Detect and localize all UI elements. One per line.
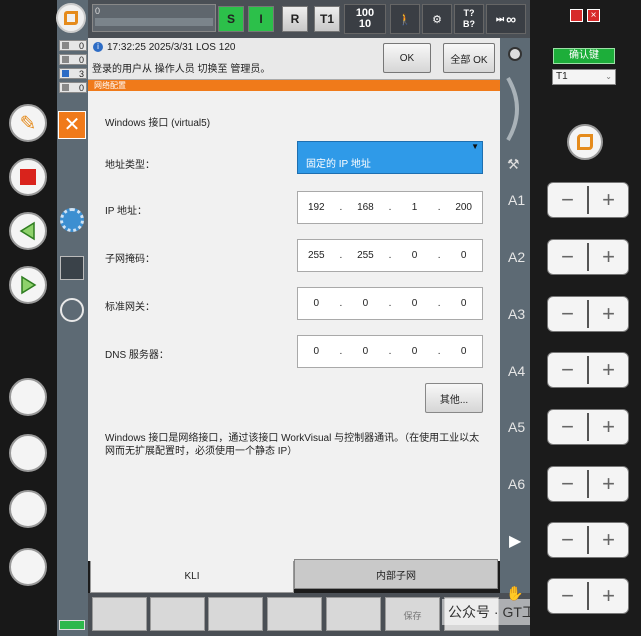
dns-server-label: DNS 服务器： xyxy=(105,350,169,361)
network-config-panel: Windows 接口 (virtual5) 地址类型： 固定的 IP 地址 ▼ … xyxy=(88,91,500,561)
submit-interpreter-status[interactable]: S xyxy=(218,6,244,32)
ip-address-input[interactable]: 192. 168. 1. 200 xyxy=(297,191,483,224)
navigator-arc-icon xyxy=(506,76,519,142)
axis-label-a6: A6 xyxy=(508,476,526,492)
robot-logo-icon[interactable] xyxy=(56,3,86,33)
message-text: 登录的用户从 操作人员 切换至 管理员。 xyxy=(92,64,271,75)
window-close-button[interactable]: × xyxy=(587,9,600,22)
robot-icon xyxy=(577,134,593,150)
user-group-icon[interactable] xyxy=(60,298,84,322)
default-gateway-label: 标准网关： xyxy=(105,302,155,313)
dns-server-input[interactable]: 0. 0. 0. 0 xyxy=(297,335,483,368)
edit-button[interactable]: ✎ xyxy=(9,104,47,142)
interface-title: Windows 接口 (virtual5) xyxy=(105,118,211,129)
message-window: i 17:32:25 2025/3/31 LOS 120 登录的用户从 操作人员… xyxy=(88,38,500,80)
top-status-bar: 0 S I R T1 100 10 🚶 ⚙ T? B? ⏭ ∞ xyxy=(88,0,530,38)
tab-internal-subnet[interactable]: 内部子网 xyxy=(294,559,498,589)
jog-key-a5[interactable]: − + xyxy=(547,409,629,445)
message-counter-info[interactable]: 3 xyxy=(59,68,87,79)
axis-label-a2: A2 xyxy=(508,249,526,265)
chevron-down-icon: ⌄ xyxy=(605,72,612,81)
info-icon: i xyxy=(93,42,103,52)
incremental-jog-status[interactable]: ⏭ ∞ xyxy=(486,4,526,34)
status-clock-icon[interactable] xyxy=(60,256,84,280)
start-backward-button[interactable] xyxy=(9,212,47,250)
left-pendant-panel: ✎ xyxy=(0,0,57,636)
confirm-button[interactable]: 确认键 xyxy=(553,48,615,64)
robot-logo-button[interactable] xyxy=(567,124,603,160)
message-ok-button[interactable]: OK xyxy=(383,43,431,73)
jog-key-a1[interactable]: − + xyxy=(547,182,629,218)
axis-label-a3: A3 xyxy=(508,306,526,322)
address-type-label: 地址类型： xyxy=(105,160,155,171)
override-status[interactable]: 100 10 xyxy=(344,4,386,34)
user-key-2[interactable] xyxy=(9,434,47,472)
close-icon: ✕ xyxy=(63,114,81,136)
user-key-1[interactable] xyxy=(9,378,47,416)
hand-icon[interactable]: ✋ xyxy=(506,585,523,602)
play-forward-arrow-icon[interactable]: ▶ xyxy=(509,531,521,551)
message-counter-ack[interactable]: 0 xyxy=(59,40,87,51)
softkey-1[interactable] xyxy=(92,597,147,631)
softkey-4[interactable] xyxy=(267,597,322,631)
left-status-strip: 0 0 3 0 ✕ xyxy=(56,0,88,636)
message-all-ok-button[interactable]: 全部 OK xyxy=(443,43,495,73)
settings-gear-icon[interactable] xyxy=(60,208,84,232)
message-counter-status[interactable]: 0 xyxy=(59,54,87,65)
message-time: 17:32:25 2025/3/31 LOS 120 xyxy=(107,42,236,53)
operating-mode-status[interactable]: T1 xyxy=(314,6,340,32)
subnet-mask-input[interactable]: 255. 255. 0. 0 xyxy=(297,239,483,272)
tool-select-dropdown[interactable]: T1 ⌄ xyxy=(552,69,616,85)
softkey-5[interactable] xyxy=(326,597,381,631)
drives-status[interactable]: I xyxy=(248,6,274,32)
robot-arm-icon: ⚙ xyxy=(432,13,442,26)
address-type-dropdown[interactable]: 固定的 IP 地址 ▼ xyxy=(297,141,483,174)
jog-key-a6[interactable]: − + xyxy=(547,466,629,502)
program-run-mode[interactable]: 🚶 xyxy=(390,4,420,34)
jog-key-a2[interactable]: − + xyxy=(547,239,629,275)
subnet-mask-label: 子网掩码： xyxy=(105,254,155,265)
axis-label-a1: A1 xyxy=(508,192,526,208)
ip-address-label: IP 地址： xyxy=(105,206,148,217)
default-gateway-input[interactable]: 0. 0. 0. 0 xyxy=(297,287,483,320)
globe-icon[interactable] xyxy=(508,47,522,61)
robot-interpreter-status[interactable]: R xyxy=(282,6,308,32)
jog-key-7[interactable]: − + xyxy=(547,522,629,558)
interface-note: Windows 接口是网络接口，通过该接口 WorkVisual 与控制器通讯。… xyxy=(105,433,480,457)
axis-label-a5: A5 xyxy=(508,419,526,435)
stop-icon xyxy=(20,169,36,185)
play-forward-icon xyxy=(21,275,37,295)
incremental-icon: ⏭ xyxy=(495,13,505,24)
jog-key-a4[interactable]: − + xyxy=(547,352,629,388)
play-backward-icon xyxy=(19,221,35,241)
softkey-2[interactable] xyxy=(150,597,205,631)
axis-label-a4: A4 xyxy=(508,363,526,379)
user-key-4[interactable] xyxy=(9,548,47,586)
softkey-3[interactable] xyxy=(208,597,263,631)
pencil-icon: ✎ xyxy=(19,112,37,135)
tab-kli[interactable]: KLI xyxy=(90,561,294,593)
jog-key-8[interactable]: − + xyxy=(547,578,629,614)
battery-indicator xyxy=(59,620,85,630)
program-progress-bar: 0 xyxy=(92,4,216,32)
walking-man-icon: 🚶 xyxy=(398,13,412,26)
close-window-button[interactable]: ✕ xyxy=(58,111,86,139)
tool-base-status[interactable]: T? B? xyxy=(454,4,484,34)
save-softkey[interactable]: 保存 xyxy=(385,597,440,631)
tab-bar: KLI 内部子网 xyxy=(88,559,500,593)
window-title-bar: 网络配置 xyxy=(88,80,500,91)
message-counter-dialog[interactable]: 0 xyxy=(59,82,87,93)
jog-options[interactable]: ⚙ xyxy=(422,4,452,34)
softkey-bar: 保存 公众号 · GT工业设计 xyxy=(88,593,632,636)
stop-button[interactable] xyxy=(9,158,47,196)
window-minimize-button[interactable] xyxy=(570,9,583,22)
user-key-3[interactable] xyxy=(9,490,47,528)
other-settings-button[interactable]: 其他... xyxy=(425,383,483,413)
jog-key-a3[interactable]: − + xyxy=(547,296,629,332)
chevron-down-icon: ▼ xyxy=(471,142,479,151)
robot-jog-icon[interactable]: ⚒ xyxy=(507,156,520,173)
start-forward-button[interactable] xyxy=(9,266,47,304)
